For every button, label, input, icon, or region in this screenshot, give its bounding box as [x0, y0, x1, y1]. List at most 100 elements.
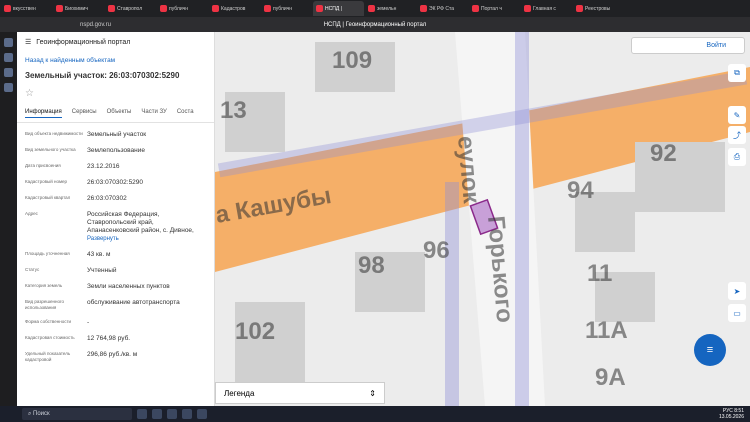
attribute-value: обслуживание автотранспорта	[87, 299, 206, 311]
tab-favicon-icon	[524, 5, 531, 12]
attribute-value-text: 12 764,98 руб.	[87, 335, 131, 342]
browser-tab-bar: вкусствен Биохимич Ставропол публичн Кадастр…	[0, 0, 750, 17]
tab-label: Биохимич	[65, 5, 88, 12]
sidebar-app-icon[interactable]	[4, 38, 13, 47]
attribute-key: Категория земель	[25, 283, 63, 288]
browser-tab[interactable]: Кадастров	[209, 1, 260, 16]
info-tab[interactable]: Объекты	[107, 109, 132, 118]
share-button[interactable]: ⤴	[728, 126, 746, 144]
browser-tab[interactable]: Главная с	[521, 1, 572, 16]
browser-tab[interactable]: Портал ч	[469, 1, 520, 16]
url-text[interactable]: nspd.gov.ru	[80, 22, 111, 28]
login-label: Войти	[706, 42, 726, 49]
house-number: 11А	[585, 317, 628, 344]
browser-tab[interactable]: Реестровы	[573, 1, 624, 16]
attribute-key: Адрес	[25, 211, 38, 216]
favorite-star-icon[interactable]: ☆	[17, 82, 214, 105]
tab-favicon-icon	[160, 5, 167, 12]
attribute-value-text: обслуживание автотранспорта	[87, 299, 180, 306]
tab-label: Главная с	[533, 5, 556, 12]
tab-favicon-icon	[368, 5, 375, 12]
attribute-key: Дата присвоения	[25, 163, 61, 168]
map-view[interactable]: а Кашубы еулок Горького 109 13 92 94 96 …	[215, 32, 750, 406]
info-tab[interactable]: Информация	[25, 109, 62, 118]
attribute-value: 26:03:070302:5290	[87, 179, 206, 187]
tab-label: Ставропол	[117, 5, 143, 12]
attribute-value-text: Земли населенных пунктов	[87, 283, 170, 290]
attribute-row: Кадастровый квартал 26:03:070302	[25, 191, 206, 207]
attribute-key: Вид объекта недвижимости	[25, 131, 83, 136]
taskbar-clock[interactable]: РУС 8:51 13.05.2026	[719, 408, 750, 420]
attribute-value-text: Земельный участок	[87, 131, 147, 138]
sidebar-app-icon[interactable]	[4, 53, 13, 62]
browser-tab[interactable]: вкусствен	[1, 1, 52, 16]
layers-button[interactable]: ⧉	[728, 64, 746, 82]
house-number: 92	[650, 140, 677, 167]
attribute-row: Кадастровая стоимость 12 764,98 руб.	[25, 331, 206, 347]
browser-tab[interactable]: публичн	[157, 1, 208, 16]
attribute-value: Землепользование	[87, 147, 206, 155]
taskbar-app-icon[interactable]	[182, 409, 192, 419]
attribute-row: Вид разрешенного использования обслуживан…	[25, 295, 206, 315]
taskbar-app-icon[interactable]	[137, 409, 147, 419]
locate-button[interactable]: ➤	[728, 282, 746, 300]
attribute-value: Учтенный	[87, 267, 206, 275]
browser-tab[interactable]: НСПД |	[313, 1, 364, 16]
taskbar: ⌕ Поиск РУС 8:51 13.05.2026	[0, 406, 750, 422]
login-button[interactable]: Войти	[631, 37, 745, 54]
back-link[interactable]: Назад к найденным объектам	[17, 52, 214, 69]
map-tool-button[interactable]: ▭	[728, 304, 746, 322]
sidebar-app-icon[interactable]	[4, 68, 13, 77]
attribute-value-text: 296,86 руб./кв. м	[87, 351, 138, 358]
attribute-value-text: Российская Федерация, Ставропольский кра…	[87, 211, 194, 234]
attribute-value-text: -	[87, 319, 90, 326]
taskbar-app-icon[interactable]	[167, 409, 177, 419]
sidebar-app-icon[interactable]	[4, 83, 13, 92]
taskbar-app-icon[interactable]	[152, 409, 162, 419]
info-tabs: Информация Сервисы Объекты Части ЗУ Соста	[17, 105, 214, 123]
print-button[interactable]: ⎙	[728, 148, 746, 166]
tab-favicon-icon	[472, 5, 479, 12]
tab-label: НСПД |	[325, 5, 342, 12]
chat-button[interactable]: ≡	[694, 334, 726, 366]
tab-favicon-icon	[576, 5, 583, 12]
tab-label: публичн	[169, 5, 188, 12]
tab-favicon-icon	[108, 5, 115, 12]
page-title: НСПД | Геоинформационный портал	[323, 21, 427, 28]
info-tab[interactable]: Соста	[177, 109, 194, 118]
attribute-value-text: 43 кв. м	[87, 251, 111, 258]
taskbar-search[interactable]: ⌕ Поиск	[22, 408, 132, 420]
tab-label: публичн	[273, 5, 292, 12]
attribute-key: Кадастровый квартал	[25, 195, 71, 200]
tab-favicon-icon	[4, 5, 11, 12]
measure-button[interactable]: ✎	[728, 106, 746, 124]
attribute-value: 296,86 руб./кв. м	[87, 351, 206, 363]
attribute-value-text: Учтенный	[87, 267, 117, 274]
taskbar-app-icon[interactable]	[197, 409, 207, 419]
tab-favicon-icon	[420, 5, 427, 12]
object-title: Земельный участок: 26:03:070302:5290	[25, 71, 180, 80]
info-tab[interactable]: Сервисы	[72, 109, 97, 118]
attribute-value-text: 26:03:070302:5290	[87, 179, 144, 186]
browser-tab[interactable]: Биохимич	[53, 1, 104, 16]
attribute-row: Форма собственности -	[25, 315, 206, 331]
menu-icon[interactable]: ☰	[25, 38, 31, 46]
browser-tab[interactable]: ЭК РФ Ста	[417, 1, 468, 16]
legend-dropdown[interactable]: Легенда ⇕	[215, 382, 385, 404]
attribute-row: Статус Учтенный	[25, 263, 206, 279]
attribute-value: 23.12.2016	[87, 163, 206, 171]
building	[635, 142, 725, 212]
tab-label: вкусствен	[13, 5, 36, 12]
house-number: 9А	[595, 364, 626, 391]
browser-tab[interactable]: земельн	[365, 1, 416, 16]
house-number: 94	[567, 177, 594, 204]
browser-tab[interactable]: Ставропол	[105, 1, 156, 16]
browser-tab[interactable]: публичн	[261, 1, 312, 16]
address-bar[interactable]: nspd.gov.ru НСПД | Геоинформационный пор…	[0, 17, 750, 32]
info-tab[interactable]: Части ЗУ	[141, 109, 166, 118]
tab-favicon-icon	[56, 5, 63, 12]
attribute-key: Площадь уточненная	[25, 251, 70, 256]
house-number: 96	[423, 237, 450, 264]
attribute-row: Вид объекта недвижимости Земельный участо…	[25, 127, 206, 143]
expand-link[interactable]: Развернуть	[87, 235, 206, 243]
